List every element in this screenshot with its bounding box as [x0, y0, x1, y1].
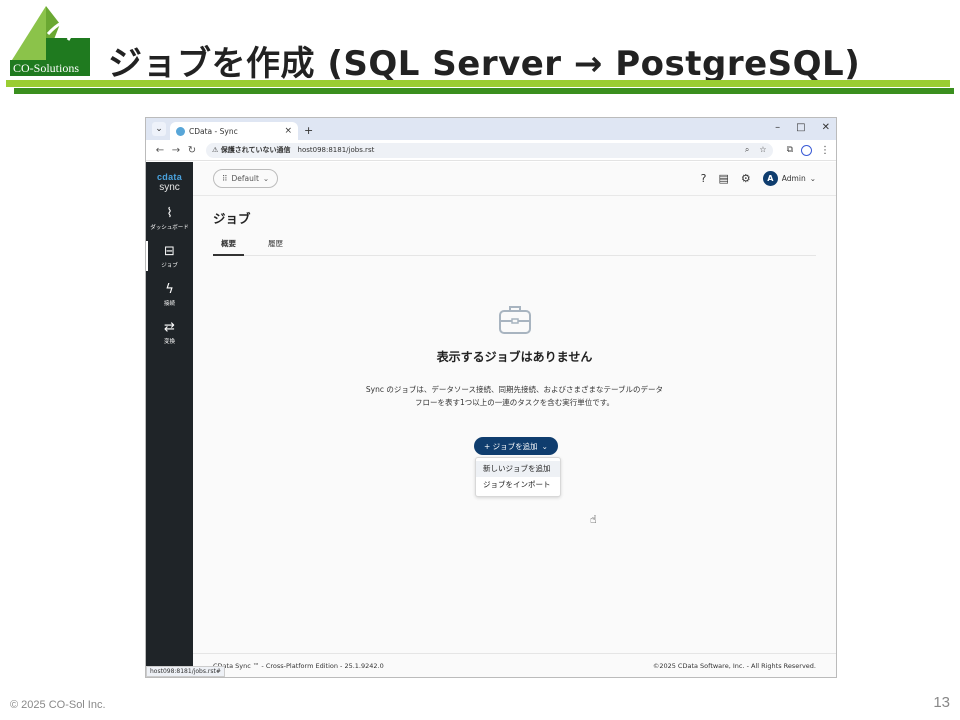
slide-page-number: 13	[933, 694, 950, 711]
briefcase-icon	[498, 306, 531, 334]
footer-copyright: ©2025 CData Software, Inc. - All Rights …	[652, 661, 816, 670]
help-icon[interactable]: ?	[701, 172, 707, 185]
sidebar-item-transformations[interactable]: ⇄ 変換	[146, 320, 193, 346]
minimize-icon[interactable]: –	[775, 122, 780, 133]
forward-icon[interactable]: →	[168, 145, 184, 156]
slide-title: ジョブを作成 (SQL Server → PostgreSQL)	[108, 44, 861, 84]
slide-copyright: © 2025 CO-Sol Inc.	[10, 699, 106, 711]
tab-history[interactable]: 履歴	[260, 238, 291, 256]
lightning-icon: ϟ	[165, 282, 174, 297]
url-field[interactable]: ⚠ 保護されていない通信 host098:8181/jobs.rst ⌕ ☆	[206, 142, 773, 158]
back-icon[interactable]: ←	[152, 145, 168, 156]
workspace-grid-icon: ⠿	[222, 174, 228, 183]
browser-menu-icon[interactable]: ⋮	[820, 145, 830, 156]
user-menu[interactable]: A Admin ⌄	[762, 171, 816, 186]
sidebar-item-connections[interactable]: ϟ 接続	[146, 282, 193, 308]
app-footer: CData Sync ™ - Cross-Platform Edition - …	[193, 653, 836, 677]
add-job-button[interactable]: + ジョブを追加 ⌄	[474, 437, 558, 455]
maximize-icon[interactable]: □	[796, 122, 805, 133]
zoom-icon[interactable]: ⌕	[745, 145, 749, 155]
reload-icon[interactable]: ↻	[184, 145, 200, 156]
menu-item-import-job[interactable]: ジョブをインポート	[476, 477, 560, 493]
empty-state-description: Sync のジョブは、データソース接続、同期先接続、およびさまざまなテーブルのデ…	[365, 385, 664, 407]
user-name: Admin	[781, 174, 806, 183]
menu-item-new-job[interactable]: 新しいジョブを追加	[476, 461, 560, 477]
sidebar-item-label: 変換	[163, 339, 175, 345]
empty-state-title: 表示するジョブはありません	[436, 350, 593, 364]
add-job-label: + ジョブを追加	[484, 441, 538, 451]
empty-state: 表示するジョブはありません Sync のジョブは、データソース接続、同期先接続、…	[193, 302, 836, 409]
chevron-down-icon: ⌄	[262, 174, 270, 183]
sidebar-item-jobs[interactable]: ⊟ ジョブ	[146, 241, 193, 271]
browser-tab-strip: ⌄ CData - Sync × + – □ ✕	[146, 118, 836, 140]
url-text: host098:8181/jobs.rst	[297, 146, 375, 154]
brand-logo[interactable]: cdata sync	[146, 162, 193, 193]
logo-text: CO-Solutions	[10, 60, 83, 76]
cdata-favicon-icon	[176, 126, 185, 136]
main-content: ⠿ Default ⌄ ? ▤ ⚙ A Admin ⌄ ジョブ 概要 履歴 表示…	[193, 162, 836, 677]
avatar: A	[762, 171, 778, 186]
close-window-icon[interactable]: ✕	[822, 122, 830, 133]
address-bar-row: ← → ↻ ⚠ 保護されていない通信 host098:8181/jobs.rst…	[146, 140, 836, 161]
brand-cdata: cdata	[156, 172, 182, 182]
security-warning[interactable]: ⚠ 保護されていない通信	[212, 145, 291, 155]
briefcase-icon: ⊟	[164, 244, 175, 259]
add-job-dropdown: 新しいジョブを追加 ジョブをインポート	[475, 457, 561, 497]
extensions-icon[interactable]: ⧉	[787, 145, 793, 155]
gear-icon[interactable]: ⚙	[741, 172, 751, 185]
page-title: ジョブ	[213, 211, 251, 226]
sidebar-item-label: ジョブ	[161, 263, 178, 269]
tab-close-icon[interactable]: ×	[284, 126, 292, 136]
browser-window: ⌄ CData - Sync × + – □ ✕ ← → ↻ ⚠ 保護されていな…	[145, 117, 837, 678]
chart-icon: ⌇	[166, 206, 173, 221]
profile-icon[interactable]	[801, 144, 812, 156]
sidebar-item-label: ダッシュボード	[150, 225, 189, 231]
title-underline-dark	[14, 88, 954, 94]
workspace-select[interactable]: ⠿ Default ⌄	[213, 169, 279, 188]
sidebar: cdata sync ⌇ ダッシュボード ⊟ ジョブ ϟ 接続 ⇄ 変換	[146, 162, 193, 677]
workspace-name: Default	[231, 174, 259, 183]
status-url-tooltip: host098:8181/jobs.rst#	[146, 666, 225, 677]
cdata-sync-app: cdata sync ⌇ ダッシュボード ⊟ ジョブ ϟ 接続 ⇄ 変換 ⠿ D…	[146, 162, 836, 677]
chevron-down-icon: ⌄	[541, 441, 548, 451]
title-underline-light	[6, 80, 950, 87]
tab-title: CData - Sync	[189, 126, 238, 136]
tab-overview[interactable]: 概要	[213, 238, 244, 256]
docs-book-icon[interactable]: ▤	[719, 172, 729, 185]
bookmark-star-icon[interactable]: ☆	[759, 145, 766, 155]
tab-search-chevron-icon[interactable]: ⌄	[152, 122, 166, 136]
browser-tab[interactable]: CData - Sync ×	[170, 122, 298, 140]
slide: CO-Solutions ジョブを作成 (SQL Server → Postgr…	[0, 0, 960, 720]
brand-sync: sync	[159, 182, 180, 193]
new-tab-button[interactable]: +	[304, 124, 313, 137]
footer-version: CData Sync ™ - Cross-Platform Edition - …	[213, 661, 384, 670]
chevron-down-icon: ⌄	[809, 174, 816, 183]
sidebar-item-label: 接続	[163, 301, 175, 307]
swap-icon: ⇄	[164, 320, 175, 335]
window-controls: – □ ✕	[775, 122, 830, 133]
hand-cursor-icon: ☝	[590, 513, 597, 526]
app-header: ⠿ Default ⌄ ? ▤ ⚙ A Admin ⌄	[193, 162, 836, 196]
sidebar-item-dashboard[interactable]: ⌇ ダッシュボード	[146, 206, 193, 232]
page-tabs: 概要 履歴	[213, 238, 816, 256]
